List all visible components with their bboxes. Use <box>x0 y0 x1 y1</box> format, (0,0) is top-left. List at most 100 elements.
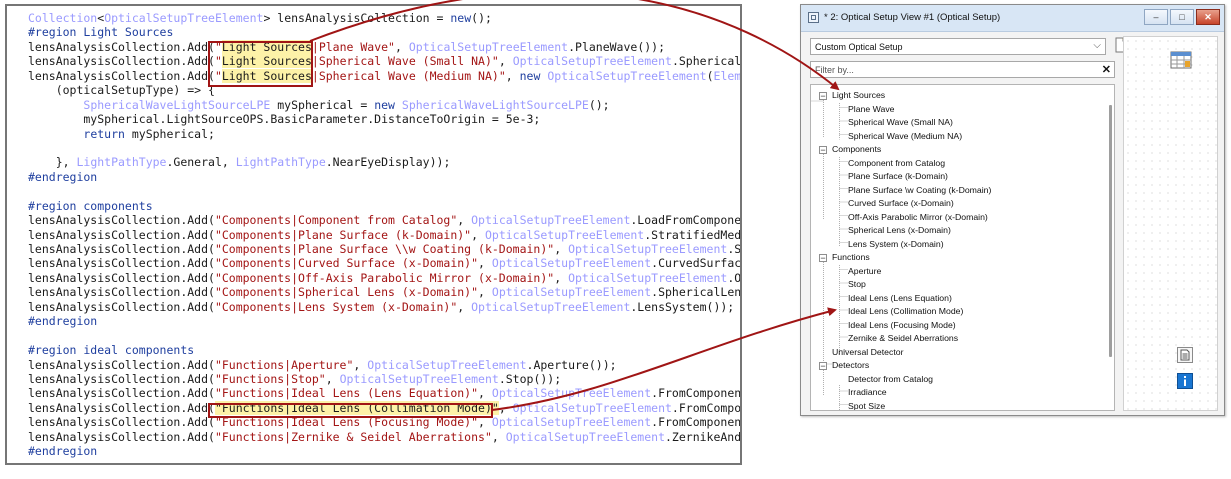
code-line: #region Light Sources <box>28 25 740 40</box>
setup-type-dropdown[interactable]: Custom Optical Setup ⌵ <box>810 38 1106 55</box>
code-token: , <box>491 429 506 444</box>
code-token: mySpherical; <box>124 126 215 141</box>
document-icon[interactable] <box>1177 347 1193 363</box>
tree-item-label: Plane Wave <box>848 103 895 114</box>
code-line: lensAnalysisCollection.Add("Functions|St… <box>28 371 740 386</box>
code-token: lensAnalysisCollection.Add( <box>28 400 215 415</box>
title-bar[interactable]: * 2: Optical Setup View #1 (Optical Setu… <box>801 5 1224 32</box>
tree-item-label: Lens System (x-Domain) <box>848 238 944 249</box>
code-token: .CurvedSurface( <box>651 256 742 271</box>
code-token: #region Light Sources <box>28 25 174 40</box>
code-token: new <box>450 11 472 25</box>
tree-scrollbar[interactable] <box>1109 105 1112 357</box>
code-token: .ZernikeAndSe <box>665 429 742 444</box>
window-title: * 2: Optical Setup View #1 (Optical Setu… <box>824 12 1001 23</box>
code-token: lensAnalysisCollection.Add( <box>28 299 215 314</box>
code-token: LightPathType <box>76 155 167 170</box>
code-token: (); <box>588 97 610 112</box>
code-line: lensAnalysisCollection.Add("Functions|Ze… <box>28 429 742 444</box>
close-icon: ✕ <box>1204 12 1212 22</box>
collapse-icon[interactable]: − <box>819 146 827 155</box>
minimize-icon: – <box>1153 12 1159 22</box>
code-token: "Components|Plane Surface (k-Domain)" <box>214 227 472 242</box>
collapse-icon[interactable]: − <box>819 254 827 263</box>
tree-item-label: Plane Surface (k-Domain) <box>848 171 948 181</box>
code-token: "Components|Component from Catalog" <box>214 213 458 228</box>
maximize-button[interactable]: □ <box>1170 9 1194 25</box>
code-token: .LensSystem()); <box>630 299 735 314</box>
highlight-box-light-sources <box>208 41 313 87</box>
tree-item-label: Spherical Wave (Medium NA) <box>848 130 963 141</box>
code-token: mySpherical.LightSourceOPS.BasicParamete… <box>28 112 541 127</box>
code-token: mySpherical = <box>270 97 375 112</box>
code-line: return mySpherical; <box>28 126 740 141</box>
code-token: , <box>457 299 472 314</box>
code-token: }, <box>28 155 77 170</box>
code-token: SphericalWaveLightSourceLPE <box>83 97 271 112</box>
table-grid-icon[interactable] <box>1170 49 1192 69</box>
collapse-icon[interactable]: − <box>819 362 827 371</box>
code-token: Collection <box>28 11 98 25</box>
tree-item-label: Components <box>832 144 882 154</box>
tree-item-label: Stop <box>848 279 866 289</box>
code-token: , <box>554 270 569 285</box>
code-line: lensAnalysisCollection.Add("Components|S… <box>28 285 742 300</box>
tree-item-label: Curved Surface (x-Domain) <box>848 198 954 208</box>
collapse-icon[interactable]: − <box>819 92 827 101</box>
info-icon[interactable] <box>1177 373 1193 389</box>
code-token: OpticalSetupTreeElement <box>367 357 527 372</box>
code-token: #endregion <box>28 169 98 184</box>
code-token: OpticalSetupTreeElement <box>568 242 728 256</box>
code-token: OpticalSetupTreeElement <box>512 400 672 415</box>
code-line: lensAnalysisCollection.Add("Functions|Ap… <box>28 357 740 372</box>
tree-item-label: Ideal Lens (Collimation Mode) <box>848 306 964 316</box>
code-token: .Stop()); <box>498 371 562 386</box>
filter-input[interactable] <box>813 63 1097 76</box>
tree-item-label: Spot Size <box>848 400 886 411</box>
code-line: (opticalSetupType) => { <box>28 83 740 97</box>
tree-item-label: Off-Axis Parabolic Mirror (x-Domain) <box>848 211 988 222</box>
code-token: "Functions|Zernike & Seidel Aberrations" <box>214 429 492 444</box>
code-token: lensAnalysisCollection.Add( <box>28 256 215 271</box>
filter-field[interactable]: ✕ <box>810 61 1115 78</box>
code-token: "Functions|Ideal Lens (Lens Equation)" <box>214 386 479 401</box>
tree-item-label: Universal Detector <box>832 346 904 357</box>
minimize-button[interactable]: – <box>1144 9 1168 25</box>
code-token: .Stra <box>727 242 742 256</box>
window-app-icon <box>808 12 819 23</box>
code-token: LightPathType <box>235 155 326 170</box>
code-token: "Components|Plane Surface \\w Coating (k… <box>214 242 555 256</box>
code-token: SphericalWaveLightSourceLPE <box>401 97 589 112</box>
code-line: mySpherical.LightSourceOPS.BasicParamete… <box>28 112 740 127</box>
code-token: OpticalSetupTreeElement <box>471 213 631 228</box>
code-token: lensAnalysisCollection.Add( <box>28 242 215 256</box>
code-line: SphericalWaveLightSourceLPE mySpherical … <box>28 97 740 112</box>
code-line: lensAnalysisCollection.Add("Components|L… <box>28 299 740 314</box>
close-button[interactable]: ✕ <box>1196 9 1220 25</box>
tree-item-label: Ideal Lens (Focusing Mode) <box>848 319 956 330</box>
code-token: "Functions|Stop" <box>214 371 326 386</box>
code-line: lensAnalysisCollection.Add("Components|C… <box>28 256 742 271</box>
code-token: OpticalSetupTreeElement <box>339 371 499 386</box>
code-token: lensAnalysisCollection.Add( <box>28 68 215 83</box>
code-token: .Aperture()); <box>526 357 617 372</box>
code-token: OpticalSetupTreeElement <box>484 227 645 242</box>
code-token: OpticalSetupTreeElement <box>491 285 652 300</box>
code-token: , <box>478 256 492 271</box>
code-token: ( <box>706 68 714 83</box>
code-token: , <box>498 54 513 69</box>
clear-filter-icon[interactable]: ✕ <box>1102 63 1111 76</box>
code-token: .FromCompone <box>671 400 742 415</box>
code-line: lensAnalysisCollection.Add("Light Source… <box>28 68 740 83</box>
code-editor: Collection<OpticalSetupTreeElement> lens… <box>5 4 742 465</box>
code-token: OpticalSetupTreeElement <box>568 270 728 285</box>
code-token: lensAnalysisCollection.Add( <box>28 213 215 228</box>
code-token: "Components|Off-Axis Parabolic Mirror (x… <box>214 270 555 285</box>
code-token: .OffA <box>727 270 742 285</box>
code-line: lensAnalysisCollection.Add("Components|P… <box>28 242 742 256</box>
element-tree[interactable]: − Light Sources Plane Wave Spherical Wave (… <box>810 84 1115 411</box>
code-token: .SphericalLens( <box>651 285 742 300</box>
